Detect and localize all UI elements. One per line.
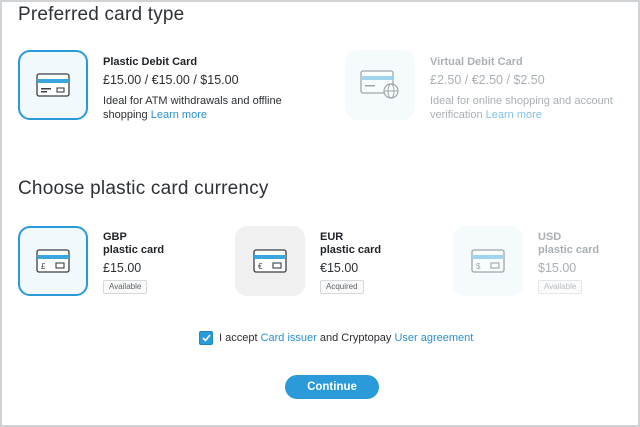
virtual-card-icon [360, 70, 399, 99]
plastic-debit-card-option[interactable] [18, 50, 88, 120]
agreement-text-middle: and Cryptopay [316, 332, 395, 344]
currency-price: €15.00 [320, 261, 359, 275]
svg-text:$: $ [476, 262, 481, 271]
status-badge: Acquired [320, 280, 364, 294]
continue-button[interactable]: Continue [285, 375, 379, 399]
learn-more-link[interactable]: Learn more [486, 109, 542, 121]
pound-card-icon: £ [36, 249, 70, 273]
currency-code: EUR [320, 231, 344, 243]
dollar-card-icon: $ [471, 249, 505, 273]
status-badge: Available [103, 280, 148, 294]
agreement-checkbox[interactable] [199, 331, 213, 345]
currency-heading: Choose plastic card currency [18, 178, 269, 199]
currency-card-label: plastic card [320, 244, 382, 256]
currency-code: GBP [103, 231, 127, 243]
gbp-card-option[interactable]: £ [18, 226, 88, 296]
card-issuer-link[interactable]: Card issuer [261, 332, 317, 344]
card-type-price: £2.50 / €2.50 / $2.50 [430, 73, 545, 87]
agreement-row: I accept Card issuer and Cryptopay User … [199, 331, 473, 345]
card-type-price: £15.00 / €15.00 / $15.00 [103, 73, 239, 87]
svg-text:€: € [258, 262, 263, 271]
usd-card-info: USD plastic card $15.00 Available [538, 231, 633, 294]
status-badge: Available [538, 280, 583, 294]
user-agreement-link[interactable]: User agreement [394, 332, 473, 344]
learn-more-link[interactable]: Learn more [151, 109, 207, 121]
card-type-heading: Preferred card type [18, 4, 185, 25]
plastic-card-icon [36, 73, 70, 97]
currency-price: £15.00 [103, 261, 142, 275]
currency-price: $15.00 [538, 261, 577, 275]
virtual-debit-card-info: Virtual Debit Card £2.50 / €2.50 / $2.50… [430, 56, 630, 122]
card-type-name: Virtual Debit Card [430, 56, 523, 68]
gbp-card-info: GBP plastic card £15.00 Available [103, 231, 213, 294]
currency-code: USD [538, 231, 562, 243]
agreement-text-prefix: I accept [219, 332, 261, 344]
currency-card-label: plastic card [538, 244, 600, 256]
virtual-debit-card-option[interactable] [345, 50, 415, 120]
svg-text:£: £ [41, 262, 46, 271]
card-type-description: Ideal for online shopping and account ve… [430, 95, 613, 121]
usd-card-option[interactable]: $ [453, 226, 523, 296]
eur-card-option[interactable]: € [235, 226, 305, 296]
card-type-description: Ideal for ATM withdrawals and offline sh… [103, 95, 282, 121]
check-icon [201, 334, 211, 342]
euro-card-icon: € [253, 249, 287, 273]
card-type-name: Plastic Debit Card [103, 56, 198, 68]
plastic-debit-card-info: Plastic Debit Card £15.00 / €15.00 / $15… [103, 56, 303, 122]
eur-card-info: EUR plastic card €15.00 Acquired [320, 231, 430, 294]
currency-card-label: plastic card [103, 244, 165, 256]
